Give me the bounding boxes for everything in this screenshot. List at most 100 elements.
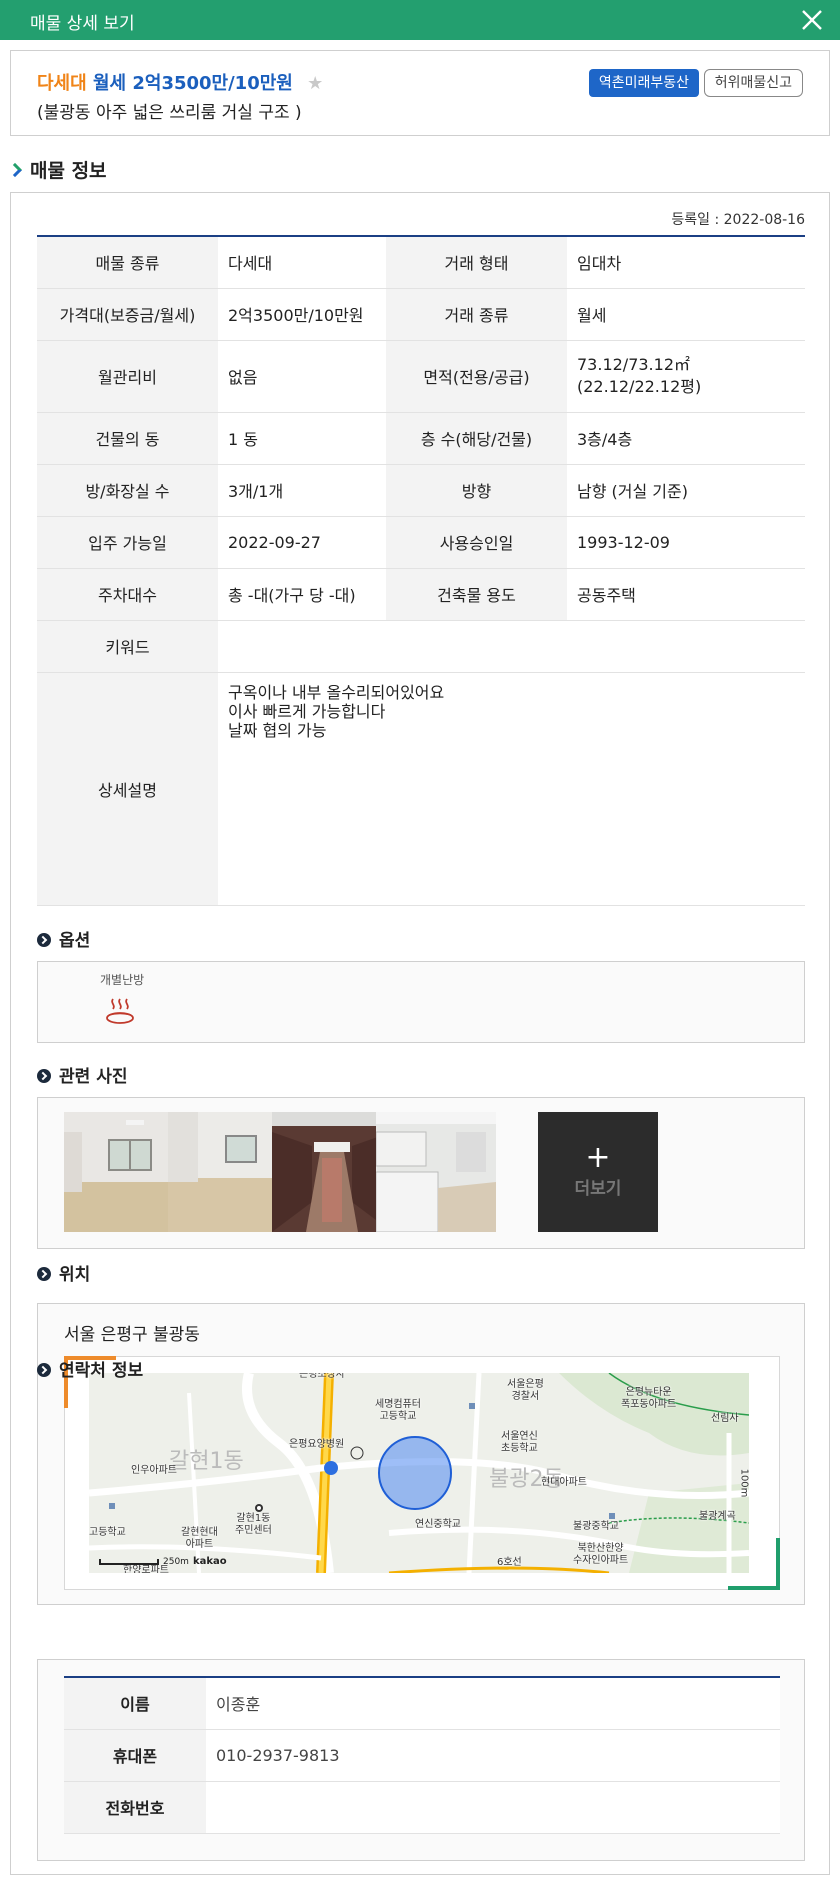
map-label: 은평요양병원 [289,1439,345,1450]
table-row: 상세설명 구옥이나 내부 올수리되어있어요 이사 빠르게 가능합니다 날짜 협의… [37,672,805,906]
info-label: 거래 형태 [386,236,567,289]
info-label: 가격대(보증금/월세) [37,288,218,341]
info-label: 매물 종류 [37,236,218,289]
section-title: 매물 정보 [7,156,107,183]
info-label: 층 수(해당/건물) [386,412,567,465]
contact-phone [206,1781,780,1834]
info-label: 거래 종류 [386,288,567,341]
address-text: 서울 은평구 불광동 [64,1325,200,1345]
info-value: 1 동 [218,412,386,465]
location-box: 서울 은평구 불광동 갈현1동 불광2동 은평조상사 세명컴퓨터 고등학교 서울… [37,1303,805,1605]
info-label: 면적(전용/공급) [386,340,567,413]
more-photos-button[interactable]: + 더보기 [538,1112,658,1232]
photos-title: 관련 사진 [37,1062,127,1087]
chevron-circle-icon [37,1069,51,1083]
heating-icon [106,998,134,1024]
info-value: 3개/1개 [218,464,386,517]
map-label: 인우아파트 [131,1465,177,1476]
info-value: 공동주택 [567,568,805,621]
kakao-logo: kakao [192,1556,227,1567]
table-row: 월관리비 없음 면적(전용/공급) 73.12/73.12㎡ (22.12/22… [37,340,805,413]
contact-mobile[interactable]: 010-2937-9813 [206,1729,780,1782]
chevron-right-icon [7,162,23,178]
map-label: 고등학교 [89,1527,126,1538]
info-value: 2022-09-27 [218,516,386,569]
contact-label: 전화번호 [64,1781,206,1834]
info-value: 임대차 [567,236,805,289]
contact-title: 연락처 정보 [37,1356,143,1381]
chevron-circle-icon [37,933,51,947]
keyword-value [218,620,805,673]
options-box: 개별난방 [37,961,805,1043]
star-icon[interactable]: ★ [307,73,323,94]
info-label: 입주 가능일 [37,516,218,569]
table-row: 건물의 동 1 동 층 수(해당/건물) 3층/4층 [37,412,805,465]
map-label: 은평뉴타운 폭포동아파트 [621,1387,677,1410]
info-value: 총 -대(가구 당 -대) [218,568,386,621]
map-label: 은평조상사 [299,1373,345,1380]
registration-date: 등록일 : 2022-08-16 [671,212,805,228]
map-label: 연신중학교 [415,1519,461,1530]
info-label: 사용승인일 [386,516,567,569]
contact-name: 이종훈 [206,1677,780,1730]
close-icon[interactable] [798,6,826,34]
photos-box: + 더보기 [37,1097,805,1249]
info-label: 월관리비 [37,340,218,413]
listing-header: 다세대 월세 2억3500만/10만원 ★ (불광동 아주 넓은 쓰리룸 거실 … [10,50,830,136]
keyword-label: 키워드 [37,620,218,673]
table-row: 휴대폰 010-2937-9813 [64,1729,780,1782]
table-row: 주차대수 총 -대(가구 당 -대) 건축물 용도 공동주택 [37,568,805,621]
photo-thumbnail[interactable] [168,1112,288,1232]
contact-label: 휴대폰 [64,1729,206,1782]
listing-price: 월세 2억3500만/10만원 [92,73,293,94]
listing-info-panel: 등록일 : 2022-08-16 매물 종류 다세대 거래 형태 임대차 가격대… [10,192,830,1875]
info-value: 남향 (거실 기준) [567,464,805,517]
location-title: 위치 [37,1260,90,1285]
map[interactable]: 갈현1동 불광2동 은평조상사 세명컴퓨터 고등학교 서울은평 경찰서 은평뉴타… [89,1373,749,1573]
option-label: 개별난방 [100,973,145,987]
map-label: 선림사 [711,1413,739,1424]
options-title: 옵션 [37,926,90,951]
listing-title: 다세대 월세 2억3500만/10만원 ★ [37,69,323,95]
map-label: 갈현현대 아파트 [181,1527,218,1550]
map-label: 세명컴퓨터 고등학교 [375,1399,421,1422]
photo-thumbnail[interactable] [272,1112,392,1232]
photo-thumbnail[interactable] [376,1112,496,1232]
contact-label: 이름 [64,1677,206,1730]
table-row: 가격대(보증금/월세) 2억3500만/10만원 거래 종류 월세 [37,288,805,341]
description-label: 상세설명 [37,672,218,906]
page-title: 매물 상세 보기 [30,14,135,34]
info-value: 다세대 [218,236,386,289]
map-label: 서울은평 경찰서 [507,1379,544,1402]
chevron-circle-icon [37,1267,51,1281]
listing-subtitle: (불광동 아주 넓은 쓰리룸 거실 구조 ) [37,103,302,123]
contact-table: 이름 이종훈 휴대폰 010-2937-9813 전화번호 [64,1676,780,1834]
info-value: 3층/4층 [567,412,805,465]
map-label: 100m [738,1468,749,1498]
info-value: 73.12/73.12㎡ (22.12/22.12평) [567,340,805,413]
map-label: 서울연신 초등학교 [501,1431,538,1454]
map-district-label: 갈현1동 [169,1449,244,1474]
map-label: 갈현1동 주민센터 [235,1513,272,1536]
report-button[interactable]: 허위매물신고 [703,69,803,97]
listing-type: 다세대 [37,73,87,94]
table-row: 매물 종류 다세대 거래 형태 임대차 [37,236,805,289]
map-label: 6호선 [497,1557,522,1568]
table-row: 전화번호 [64,1781,780,1834]
info-value: 1993-12-09 [567,516,805,569]
info-label: 방/화장실 수 [37,464,218,517]
info-label: 방향 [386,464,567,517]
contact-box: 이름 이종훈 휴대폰 010-2937-9813 전화번호 [37,1659,805,1861]
info-label: 건축물 용도 [386,568,567,621]
chevron-circle-icon [37,1363,51,1377]
photo-thumbnail[interactable] [64,1112,184,1232]
table-row: 키워드 [37,620,805,673]
agency-button[interactable]: 역촌미래부동산 [588,69,699,97]
map-label: 불광중학교 [573,1521,619,1532]
map-frame: 갈현1동 불광2동 은평조상사 세명컴퓨터 고등학교 서울은평 경찰서 은평뉴타… [64,1356,780,1590]
map-label: 불광계곡 [699,1511,736,1522]
info-label: 주차대수 [37,568,218,621]
map-label: 북한산한양 수자인아파트 [573,1543,629,1566]
map-label: 현대아파트 [541,1477,587,1488]
table-row: 방/화장실 수 3개/1개 방향 남향 (거실 기준) [37,464,805,517]
